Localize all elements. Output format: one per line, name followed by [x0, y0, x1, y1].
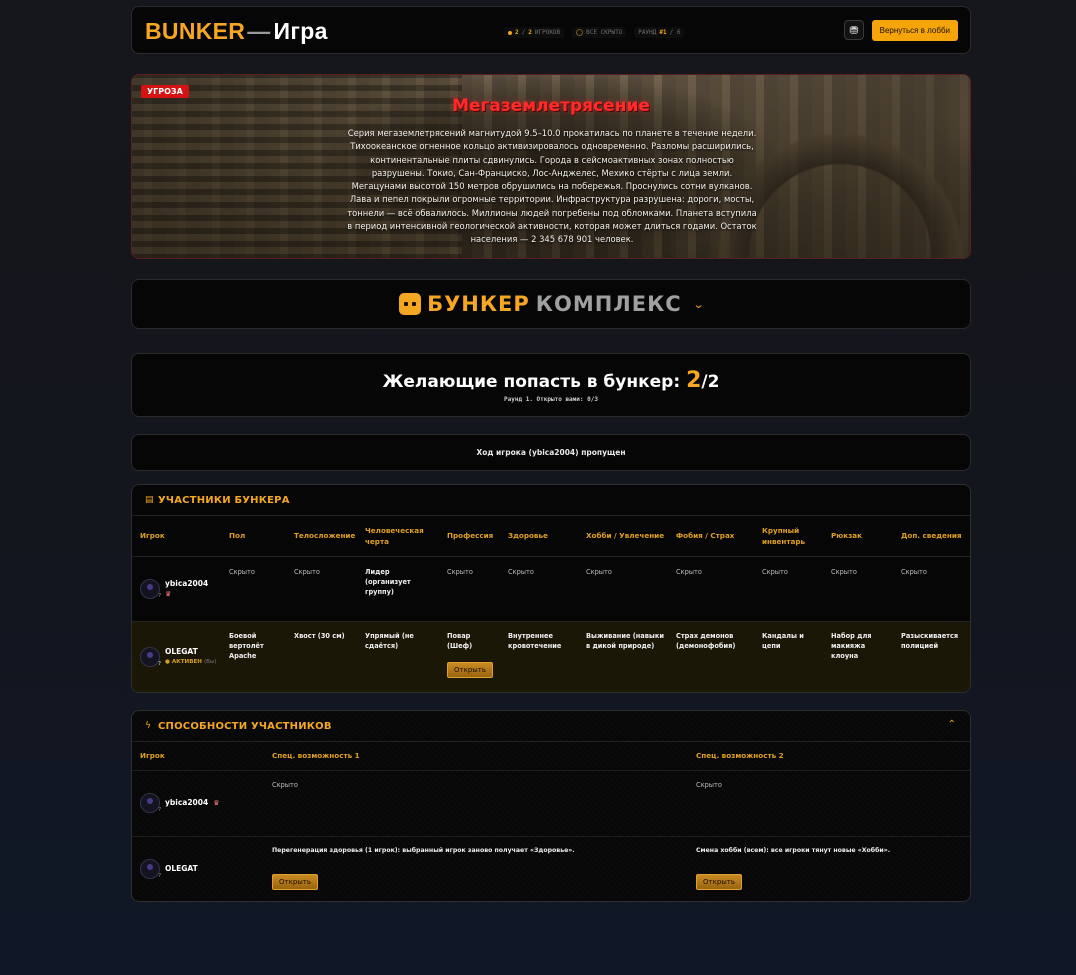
- game-stats: 2 / 2 ИГРОКОВ ВСЕ СКРЫТО РАУНД #1 / 6: [504, 27, 685, 38]
- open-ability-2-button[interactable]: Открыть: [696, 873, 742, 890]
- turn-notice: Ход игрока (ybica2004) пропущен: [131, 434, 971, 471]
- crown-icon: ♛: [213, 799, 220, 807]
- logo-brand: BUNKER: [145, 18, 246, 44]
- players-stat: 2 / 2 ИГРОКОВ: [504, 27, 565, 38]
- crown-icon: ♛: [165, 589, 172, 598]
- open-profession-button[interactable]: Открыть: [447, 661, 493, 678]
- col-gender: Пол: [229, 531, 246, 541]
- player-name: ybica2004: [165, 578, 209, 588]
- abilities-header[interactable]: ϟ СПОСОБНОСТИ УЧАСТНИКОВ ⌃: [132, 711, 970, 742]
- applicants-title: Желающие попасть в бункер: 2/2: [382, 368, 720, 393]
- logo-game: Игра: [273, 18, 328, 44]
- col-hobby: Хобби / Увлечение: [586, 531, 665, 541]
- visibility-stat: ВСЕ СКРЫТО: [572, 27, 627, 38]
- col-trait: Человеческая черта: [365, 525, 424, 546]
- table-row: ybica2004 ♛ Скрыто Скрыто Лидер (организ…: [132, 556, 970, 621]
- applicants-card: Желающие попасть в бункер: 2/2 Раунд 1. …: [131, 353, 971, 417]
- threat-banner: УГРОЗА Мегаземлетрясение Серия мегаземле…: [131, 74, 971, 259]
- return-to-lobby-button[interactable]: Вернуться в лобби: [871, 20, 958, 41]
- status-dot-icon: [508, 30, 512, 35]
- table-row: OLEGAT ● АКТИВЕН (Вы) Боевой вертолёт Ap…: [132, 621, 970, 692]
- table-row: ybica2004 ♛ Скрыто Скрыто: [132, 770, 970, 836]
- participants-header-row: Игрок Пол Телосложение Человеческая черт…: [132, 516, 970, 556]
- abilities-table: Игрок Спец. возможность 1 Спец. возможно…: [132, 742, 970, 901]
- abilities-panel: ϟ СПОСОБНОСТИ УЧАСТНИКОВ ⌃ Игрок Спец. в…: [131, 710, 971, 902]
- participants-header: ▤ УЧАСТНИКИ БУНКЕРА: [132, 485, 970, 516]
- bunker-word: БУНКЕР: [427, 292, 530, 316]
- col-extra: Доп. сведения: [901, 531, 962, 541]
- player-cell: ybica2004 ♛: [140, 793, 260, 815]
- logo-separator: —: [247, 18, 271, 44]
- avatar[interactable]: [140, 859, 161, 881]
- ability-2-text: Смена хобби (всем): все игроки тянут нов…: [696, 846, 891, 854]
- threat-title: Мегаземлетрясение: [452, 96, 650, 116]
- chevron-down-icon[interactable]: ⌄: [692, 298, 704, 311]
- bunker-icon: [399, 293, 422, 315]
- player-name: OLEGAT: [165, 646, 198, 656]
- player-cell: OLEGAT ● АКТИВЕН (Вы): [140, 646, 217, 669]
- abilities-title: СПОСОБНОСТИ УЧАСТНИКОВ: [158, 721, 332, 732]
- col-backpack: Рюкзак: [831, 531, 863, 541]
- complex-word: КОМПЛЕКС: [535, 292, 682, 316]
- game-logo: BUNKER— Игра: [145, 18, 328, 45]
- eye-icon: [576, 29, 584, 36]
- col-ability-2: Спец. возможность 2: [696, 751, 784, 761]
- player-cell: ybica2004 ♛: [140, 578, 217, 601]
- top-bar: BUNKER— Игра 2 / 2 ИГРОКОВ ВСЕ СКРЫТО РАУ…: [131, 6, 971, 54]
- applicants-count: 2: [686, 368, 702, 393]
- participants-panel: ▤ УЧАСТНИКИ БУНКЕРА Игрок Пол Телосложен…: [131, 484, 971, 693]
- chevron-up-icon[interactable]: ⌃: [948, 719, 956, 730]
- avatar[interactable]: [140, 646, 161, 669]
- round-info: Раунд 1. Открыто вами: 0/3: [504, 396, 598, 403]
- col-profession: Профессия: [447, 531, 494, 541]
- ability-1-text: Перегенерация здоровья (1 игрок): выбран…: [272, 846, 575, 854]
- list-icon: ▤: [145, 495, 154, 505]
- table-row: OLEGAT Перегенерация здоровья (1 игрок):…: [132, 836, 970, 901]
- player-name: OLEGAT: [165, 864, 198, 874]
- open-ability-1-button[interactable]: Открыть: [272, 873, 318, 890]
- avatar[interactable]: [140, 578, 161, 601]
- player-name: ybica2004: [165, 798, 209, 807]
- threat-description: Серия мегаземлетрясений магнитудой 9.5–1…: [347, 128, 757, 245]
- turn-text: Ход игрока (ybica2004) пропущен: [476, 448, 626, 457]
- col-body: Телосложение: [294, 531, 356, 541]
- bunker-settings-icon[interactable]: ⛃: [844, 20, 864, 40]
- col-player: Игрок: [140, 531, 165, 541]
- bunker-complex-toggle[interactable]: БУНКЕР КОМПЛЕКС ⌄: [131, 279, 971, 329]
- round-stat: РАУНД #1 / 6: [634, 27, 685, 38]
- player-cell: OLEGAT: [140, 859, 260, 881]
- col-ability-1: Спец. возможность 1: [272, 751, 360, 761]
- col-inventory: Крупный инвентарь: [762, 525, 806, 546]
- col-phobia: Фобия / Страх: [676, 531, 735, 541]
- col-player: Игрок: [140, 751, 165, 761]
- lightning-icon: ϟ: [145, 721, 151, 731]
- col-health: Здоровье: [508, 531, 548, 541]
- abilities-header-row: Игрок Спец. возможность 1 Спец. возможно…: [132, 742, 970, 770]
- status-badge: ● АКТИВЕН (Вы): [165, 658, 217, 665]
- avatar[interactable]: [140, 793, 161, 815]
- participants-title: УЧАСТНИКИ БУНКЕРА: [158, 495, 290, 506]
- participants-table: Игрок Пол Телосложение Человеческая черт…: [132, 516, 970, 692]
